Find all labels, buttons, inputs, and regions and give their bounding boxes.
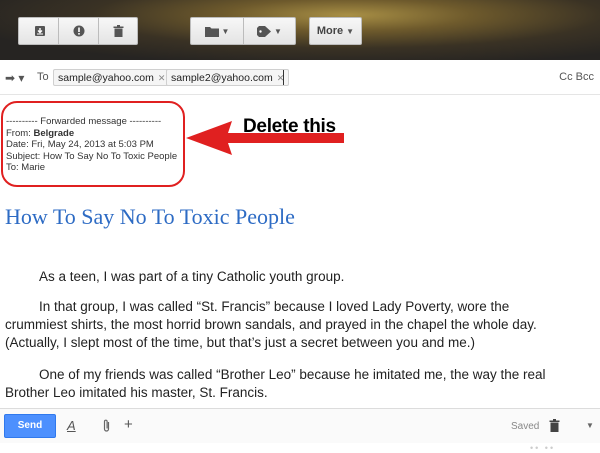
- chevron-down-icon: ▼: [274, 26, 282, 36]
- chevron-down-icon: ▼: [221, 26, 230, 36]
- paragraph-text: In that group, I was called “St. Francis…: [5, 299, 537, 350]
- archive-icon: [35, 26, 45, 36]
- chevron-down-icon: ▼: [346, 26, 355, 36]
- remove-recipient-icon[interactable]: ✕: [158, 73, 166, 83]
- attach-icon[interactable]: [102, 419, 111, 433]
- delete-button[interactable]: [100, 17, 137, 45]
- move-to-icon: [204, 26, 219, 37]
- send-button[interactable]: Send: [4, 414, 56, 438]
- compose-bottom-bar: Send A + Saved ▼: [0, 408, 600, 443]
- delete-icon: [113, 25, 124, 37]
- toolbar-divider: [58, 17, 59, 45]
- paragraph-text: As a teen, I was part of a tiny Catholic…: [39, 269, 345, 284]
- cc-bcc-link[interactable]: Cc Bcc: [559, 71, 594, 83]
- more-label: More: [316, 25, 344, 37]
- highlight-oval: [1, 101, 185, 187]
- recipient-address: sample@yahoo.com: [58, 72, 154, 84]
- more-button[interactable]: More ▼: [309, 17, 362, 45]
- footer-dots: •• ••: [530, 443, 556, 453]
- move-to-button[interactable]: ▼: [191, 17, 243, 45]
- reply-type-icon[interactable]: ➡ ▾: [5, 71, 24, 85]
- report-spam-icon: [73, 25, 85, 37]
- body-paragraph: In that group, I was called “St. Francis…: [5, 298, 575, 352]
- saved-status: Saved: [511, 421, 540, 432]
- discard-draft-icon[interactable]: [549, 419, 560, 432]
- recipient-chip[interactable]: sample@yahoo.com ✕: [53, 69, 171, 86]
- recipients-row: ➡ ▾ To sample@yahoo.com ✕ sample2@yahoo.c…: [0, 62, 600, 95]
- paragraph-text: One of my friends was called “Brother Le…: [5, 367, 546, 400]
- article-title: How To Say No To Toxic People: [5, 204, 295, 229]
- text-cursor: [283, 70, 284, 85]
- labels-icon: [257, 25, 272, 37]
- archive-button[interactable]: [20, 17, 60, 45]
- delete-annotation: Delete this: [243, 116, 336, 137]
- recipient-address: sample2@yahoo.com: [171, 72, 273, 84]
- more-options-icon[interactable]: ▼: [586, 421, 594, 430]
- body-paragraph: One of my friends was called “Brother Le…: [5, 366, 575, 402]
- to-label: To: [37, 71, 49, 83]
- report-spam-button[interactable]: [60, 17, 98, 45]
- toolbar-divider: [98, 17, 99, 45]
- body-paragraph: As a teen, I was part of a tiny Catholic…: [5, 268, 575, 286]
- formatting-icon[interactable]: A: [67, 418, 76, 433]
- recipient-chip[interactable]: sample2@yahoo.com ✕: [166, 69, 290, 86]
- mail-toolbar: ▼ ▼ More ▼: [0, 0, 600, 60]
- labels-button[interactable]: ▼: [244, 17, 295, 45]
- insert-more-icon[interactable]: +: [124, 416, 133, 433]
